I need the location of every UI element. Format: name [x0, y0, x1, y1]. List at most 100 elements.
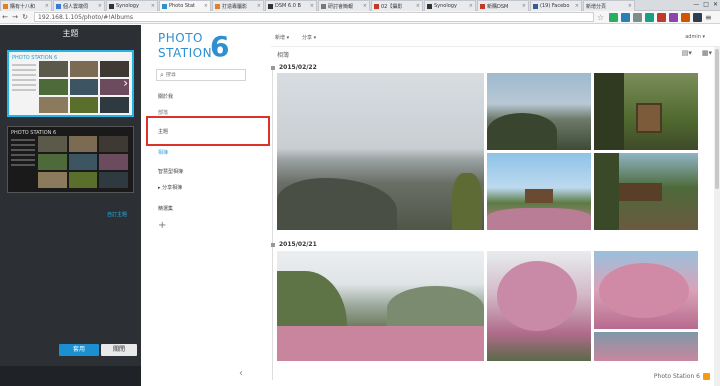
close-icon[interactable]: ×	[45, 3, 49, 9]
url-text: 192.168.1.105/photo/#!Albums	[38, 13, 134, 21]
browser-tab[interactable]: 新購DSM ×	[477, 0, 529, 11]
theme-panel-footer	[0, 366, 141, 386]
new-menu-button[interactable]: 新增 ▾	[275, 34, 289, 41]
theme-card-thumbnails	[38, 136, 128, 188]
browser-tab-bar: 購有十八和 × 個人雲端伺 × Synology × Photo Stat × 打造專屬…	[0, 0, 720, 11]
sidebar-item-about[interactable]: 關於我	[158, 93, 173, 100]
photo-thumbnail[interactable]	[487, 73, 591, 150]
extension-icon[interactable]	[669, 12, 678, 22]
scrollbar-thumb[interactable]	[715, 49, 719, 189]
list-view-icon[interactable]: ▤▾	[682, 49, 692, 57]
view-options: ▤▾ ▦▾	[682, 49, 712, 57]
theme-card-dark[interactable]: PHOTO STATION 6	[7, 126, 134, 193]
browser-tab[interactable]: 研討會簡報 ×	[318, 0, 370, 11]
extension-icon[interactable]	[645, 12, 654, 22]
favicon-icon	[374, 3, 379, 9]
rss-icon[interactable]	[703, 373, 710, 380]
theme-panel: 主題 PHOTO STATION 6 › PHOTO STATION 6 自訂主…	[0, 25, 141, 386]
logo-text: PHOTO	[158, 31, 203, 45]
photo-thumbnail[interactable]	[487, 251, 591, 361]
main-content: 新增 ▾ 分享 ▾ admin ▾ 相簿 ▤▾ ▦▾ 2015/02/22 20…	[271, 25, 720, 386]
close-icon[interactable]: ×	[98, 3, 102, 9]
timeline-line	[272, 70, 273, 380]
search-input[interactable]	[165, 72, 238, 78]
close-icon[interactable]: ×	[575, 3, 579, 9]
extension-icon[interactable]	[633, 12, 642, 22]
grid-view-icon[interactable]: ▦▾	[702, 49, 712, 57]
maximize-icon[interactable]: □	[703, 0, 709, 10]
add-icon[interactable]: +	[158, 220, 166, 231]
highlight-box	[146, 116, 270, 146]
theme-card-light[interactable]: PHOTO STATION 6 ›	[7, 50, 134, 117]
photo-thumbnail[interactable]	[487, 153, 591, 230]
browser-tab[interactable]: 打造專屬影 ×	[212, 0, 264, 11]
back-icon[interactable]: ←	[0, 13, 10, 21]
photo-thumbnail[interactable]	[594, 73, 698, 150]
browser-tab[interactable]: DSM 6.0 B ×	[265, 0, 317, 11]
browser-tab[interactable]: 個人雲端伺 ×	[53, 0, 105, 11]
date-header: 2015/02/22	[279, 64, 317, 71]
extension-icon[interactable]	[609, 12, 618, 22]
favicon-icon	[480, 3, 485, 9]
reload-icon[interactable]: ↻	[20, 13, 30, 21]
chevron-left-icon[interactable]: ‹	[239, 368, 243, 379]
extension-icon[interactable]	[621, 12, 630, 22]
browser-tab[interactable]: 新增分頁 ×	[583, 0, 635, 11]
date-header: 2015/02/21	[279, 241, 317, 248]
theme-card-thumbnails	[39, 61, 129, 113]
close-icon[interactable]: ×	[522, 3, 526, 9]
close-icon[interactable]: ×	[628, 3, 632, 9]
custom-theme-link[interactable]: 自訂主題	[107, 211, 127, 218]
photo-thumbnail[interactable]	[277, 251, 484, 361]
star-icon[interactable]: ☆	[597, 13, 606, 22]
photo-thumbnail[interactable]	[594, 332, 698, 361]
breadcrumb: 相簿	[277, 52, 290, 59]
photo-thumbnail[interactable]	[277, 73, 484, 230]
footer-brand-text: Photo Station 6	[653, 373, 700, 380]
close-icon[interactable]: ×	[469, 3, 473, 9]
close-icon[interactable]: ×	[310, 3, 314, 9]
close-button[interactable]: 關閉	[101, 344, 137, 356]
favicon-icon	[427, 3, 432, 9]
chevron-right-icon[interactable]: ›	[123, 76, 128, 90]
browser-tab[interactable]: (19) Facebo ×	[530, 0, 582, 11]
close-icon[interactable]: ×	[151, 3, 155, 9]
browser-tab[interactable]: 購有十八和 ×	[0, 0, 52, 11]
close-icon[interactable]: ×	[257, 3, 261, 9]
sidebar-item-shared-albums[interactable]: ▸ 分享相簿	[158, 184, 182, 191]
minimize-icon[interactable]: —	[693, 0, 699, 10]
favicon-icon	[268, 3, 273, 9]
app-sidebar: PHOTO STATION 6 ⌕ 關於我 部落 主題 相簿 智慧型相簿 ▸ 分…	[141, 25, 271, 386]
sidebar-item-albums[interactable]: 相簿	[158, 149, 168, 156]
share-menu-button[interactable]: 分享 ▾	[302, 34, 316, 41]
extension-icon[interactable]	[681, 12, 690, 22]
search-icon: ⌕	[160, 70, 164, 79]
sidebar-item-collections[interactable]: 精選集	[158, 205, 173, 212]
forward-icon[interactable]: →	[10, 13, 20, 21]
browser-tab[interactable]: Synology ×	[106, 0, 158, 11]
theme-card-menu	[11, 139, 35, 169]
user-menu[interactable]: admin ▾	[685, 34, 705, 40]
favicon-icon	[56, 3, 61, 9]
close-icon[interactable]: ×	[416, 3, 420, 9]
extension-icon[interactable]	[657, 12, 666, 22]
timeline-dot	[271, 243, 275, 247]
extension-icon[interactable]	[693, 12, 702, 22]
close-icon[interactable]: ×	[363, 3, 367, 9]
browser-tab[interactable]: 02【攝影 ×	[371, 0, 423, 11]
sidebar-item-smart-albums[interactable]: 智慧型相簿	[158, 168, 183, 175]
photo-station-logo: PHOTO STATION 6	[158, 30, 238, 63]
url-field[interactable]: 192.168.1.105/photo/#!Albums	[34, 12, 594, 22]
sidebar-item-blog[interactable]: 部落	[158, 109, 168, 116]
photo-thumbnail[interactable]	[594, 251, 698, 329]
apply-button[interactable]: 套用	[59, 344, 99, 356]
browser-tab-active[interactable]: Photo Stat ×	[159, 0, 211, 11]
close-icon[interactable]: ×	[204, 3, 208, 9]
close-window-icon[interactable]: ✕	[713, 0, 718, 10]
menu-icon[interactable]: ≡	[705, 13, 714, 22]
logo-number: 6	[210, 30, 230, 63]
photo-thumbnail[interactable]	[594, 153, 698, 230]
browser-tab[interactable]: Synology ×	[424, 0, 476, 11]
favicon-icon	[162, 3, 167, 9]
search-box[interactable]: ⌕	[156, 69, 246, 81]
